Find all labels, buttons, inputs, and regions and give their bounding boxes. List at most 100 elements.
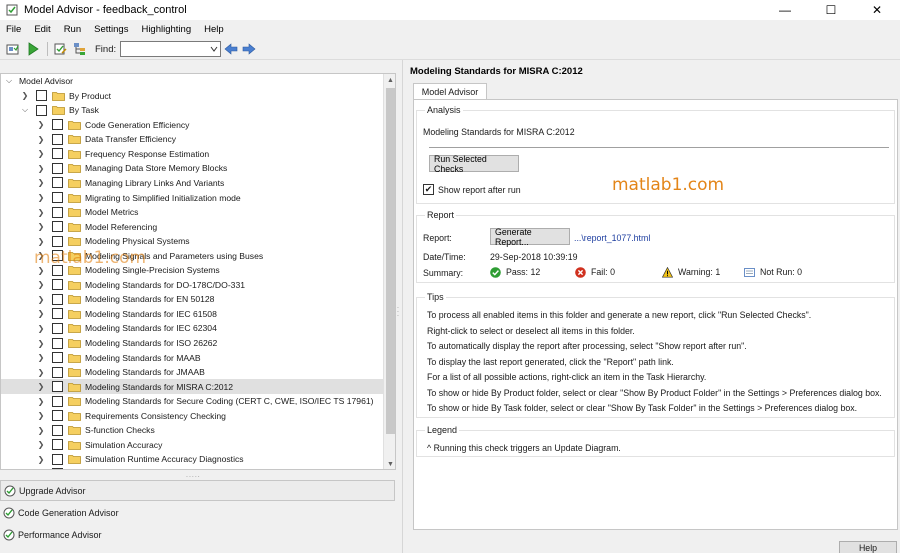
tree-checkbox[interactable] <box>52 177 63 189</box>
upgrade-advisor-button[interactable]: Upgrade Advisor <box>0 480 395 501</box>
chevron-right-icon[interactable]: ❯ <box>36 323 46 333</box>
tree-checkbox[interactable] <box>36 104 47 116</box>
help-button[interactable]: Help <box>839 541 897 553</box>
tree-checkbox[interactable] <box>52 133 63 145</box>
tree-checkbox[interactable] <box>52 119 63 131</box>
menu-settings[interactable]: Settings <box>94 24 128 35</box>
tree-checkbox[interactable] <box>52 439 63 451</box>
menu-edit[interactable]: Edit <box>34 24 50 35</box>
chevron-right-icon[interactable]: ❯ <box>36 134 46 144</box>
tree-row-task-item[interactable]: ❯ Model Metrics <box>1 205 383 220</box>
vertical-splitter-grip[interactable]: ... <box>397 303 401 319</box>
scrollbar-thumb[interactable] <box>386 88 395 434</box>
tree-checkbox[interactable] <box>52 366 63 378</box>
tree-row-task-item[interactable]: ❯ Modeling Standards for IEC 61508 <box>1 307 383 322</box>
tree-checkbox[interactable] <box>52 192 63 203</box>
tree-row-task-item[interactable]: ❯ Simulation Accuracy <box>1 438 383 453</box>
tree-row-by-product[interactable]: ❯ By Product <box>1 89 383 104</box>
horizontal-splitter-grip[interactable]: ..... <box>186 472 206 479</box>
run-selected-checks-button[interactable]: Run Selected Checks <box>429 154 519 174</box>
tree-checkbox[interactable] <box>52 235 63 247</box>
tree-checkbox[interactable] <box>52 206 63 218</box>
find-previous-arrow-icon[interactable] <box>223 41 239 57</box>
menu-file[interactable]: File <box>6 24 21 35</box>
tree-row-task-item[interactable]: ❯ Modeling Standards for MISRA C:2012 <box>1 379 383 394</box>
chevron-right-icon[interactable]: ❯ <box>36 222 46 232</box>
chevron-right-icon[interactable]: ❯ <box>36 149 46 159</box>
tree-row-task-item[interactable]: ❯ Managing Library Links And Variants <box>1 176 383 191</box>
panel-divider[interactable] <box>402 60 403 553</box>
tree-row-task-item[interactable]: ❯ Modeling Standards for Secure Coding (C… <box>1 394 383 409</box>
tree-checkbox[interactable] <box>52 453 63 465</box>
chevron-right-icon[interactable]: ❯ <box>36 294 46 304</box>
chevron-right-icon[interactable]: ❯ <box>36 163 46 173</box>
tree-checkbox[interactable] <box>52 279 63 291</box>
chevron-right-icon[interactable]: ❯ <box>36 280 46 290</box>
run-icon[interactable] <box>24 40 42 58</box>
chevron-right-icon[interactable]: ❯ <box>36 353 46 363</box>
maximize-button[interactable]: ☐ <box>808 0 854 20</box>
generate-report-button[interactable]: Generate Report... <box>490 227 570 247</box>
tree-row-task-item[interactable]: ❯ Modeling Standards for DO-178C/DO-331 <box>1 278 383 293</box>
show-report-checkbox[interactable]: ✔ <box>423 184 434 195</box>
chevron-right-icon[interactable]: ❯ <box>36 396 46 406</box>
tree-checkbox[interactable] <box>52 162 63 174</box>
tree-checkbox[interactable] <box>52 221 63 233</box>
tree-checkbox[interactable] <box>52 148 63 160</box>
task-hierarchy-tree[interactable]: ⌵ Model Advisor ❯ By Product ⌵ By Task ❯… <box>0 73 396 470</box>
tree-checkbox[interactable] <box>52 308 63 320</box>
tree-row-task-item[interactable]: ❯ Migrating to Simplified Initialization … <box>1 190 383 205</box>
chevron-right-icon[interactable]: ❯ <box>36 178 46 188</box>
chevron-right-icon[interactable]: ❯ <box>36 469 46 470</box>
tree-row-task-item[interactable]: ❯ Modeling Standards for ISO 26262 <box>1 336 383 351</box>
tree-row-task-item[interactable]: ❯ S-function Checks <box>1 423 383 438</box>
tree-row-task-item[interactable]: ❯ Modeling Standards for EN 50128 <box>1 292 383 307</box>
tree-checkbox[interactable] <box>52 293 63 305</box>
tree-row-task-item[interactable]: ❯ Simulation Performance and Fidelity Ana… <box>1 467 383 470</box>
scroll-down-arrow-icon[interactable]: ▼ <box>384 458 395 469</box>
menu-highlighting[interactable]: Highlighting <box>141 24 191 35</box>
tree-checkbox[interactable] <box>52 352 63 364</box>
tree-row-task-item[interactable]: ❯ Modeling Standards for IEC 62304 <box>1 321 383 336</box>
find-next-arrow-icon[interactable] <box>241 41 257 57</box>
chevron-right-icon[interactable]: ❯ <box>36 236 46 246</box>
home-icon[interactable] <box>4 40 22 58</box>
tree-checkbox[interactable] <box>52 468 63 469</box>
tree-row-task-item[interactable]: ❯ Data Transfer Efficiency <box>1 132 383 147</box>
show-report-option[interactable]: ✔ Show report after run <box>423 184 521 195</box>
close-button[interactable]: ✕ <box>854 0 900 20</box>
chevron-right-icon[interactable]: ❯ <box>36 193 46 203</box>
chevron-down-icon[interactable]: ⌵ <box>4 76 14 86</box>
tree-row-task-item[interactable]: ❯ Code Generation Efficiency <box>1 118 383 133</box>
chevron-right-icon[interactable]: ❯ <box>36 120 46 130</box>
find-input[interactable] <box>122 42 211 56</box>
chevron-right-icon[interactable]: ❯ <box>36 425 46 435</box>
chevron-right-icon[interactable]: ❯ <box>36 338 46 348</box>
tree-row-by-task[interactable]: ⌵ By Task <box>1 103 383 118</box>
code-generation-advisor-button[interactable]: Code Generation Advisor <box>0 502 395 523</box>
chevron-right-icon[interactable]: ❯ <box>36 367 46 377</box>
tree-row-task-item[interactable]: ❯ Modeling Physical Systems <box>1 234 383 249</box>
performance-advisor-button[interactable]: Performance Advisor <box>0 524 395 545</box>
edit-check-icon[interactable] <box>51 40 69 58</box>
tree-row-task-item[interactable]: ❯ Model Referencing <box>1 219 383 234</box>
tree-root-row[interactable]: ⌵ Model Advisor <box>1 74 383 89</box>
tree-row-task-item[interactable]: ❯ Requirements Consistency Checking <box>1 409 383 424</box>
tree-vertical-scrollbar[interactable]: ▲ ▼ <box>383 74 395 469</box>
chevron-right-icon[interactable]: ❯ <box>20 91 30 101</box>
tree-row-task-item[interactable]: ❯ Modeling Standards for MAAB <box>1 350 383 365</box>
tree-checkbox[interactable] <box>36 90 47 102</box>
minimize-button[interactable]: — <box>762 0 808 20</box>
tree-checkbox[interactable] <box>52 395 63 407</box>
tree-checkbox[interactable] <box>52 322 63 334</box>
chevron-right-icon[interactable]: ❯ <box>36 382 46 392</box>
menu-run[interactable]: Run <box>64 24 81 35</box>
tree-checkbox[interactable] <box>52 424 63 436</box>
chevron-right-icon[interactable]: ❯ <box>36 440 46 450</box>
tree-row-task-item[interactable]: ❯ Managing Data Store Memory Blocks <box>1 161 383 176</box>
tree-row-task-item[interactable]: ❯ Frequency Response Estimation <box>1 147 383 162</box>
tree-checkbox[interactable] <box>52 337 63 349</box>
chevron-down-icon[interactable] <box>210 45 218 53</box>
tree-row-task-item[interactable]: ❯ Simulation Runtime Accuracy Diagnostics <box>1 452 383 467</box>
tree-checkbox[interactable] <box>52 410 63 422</box>
